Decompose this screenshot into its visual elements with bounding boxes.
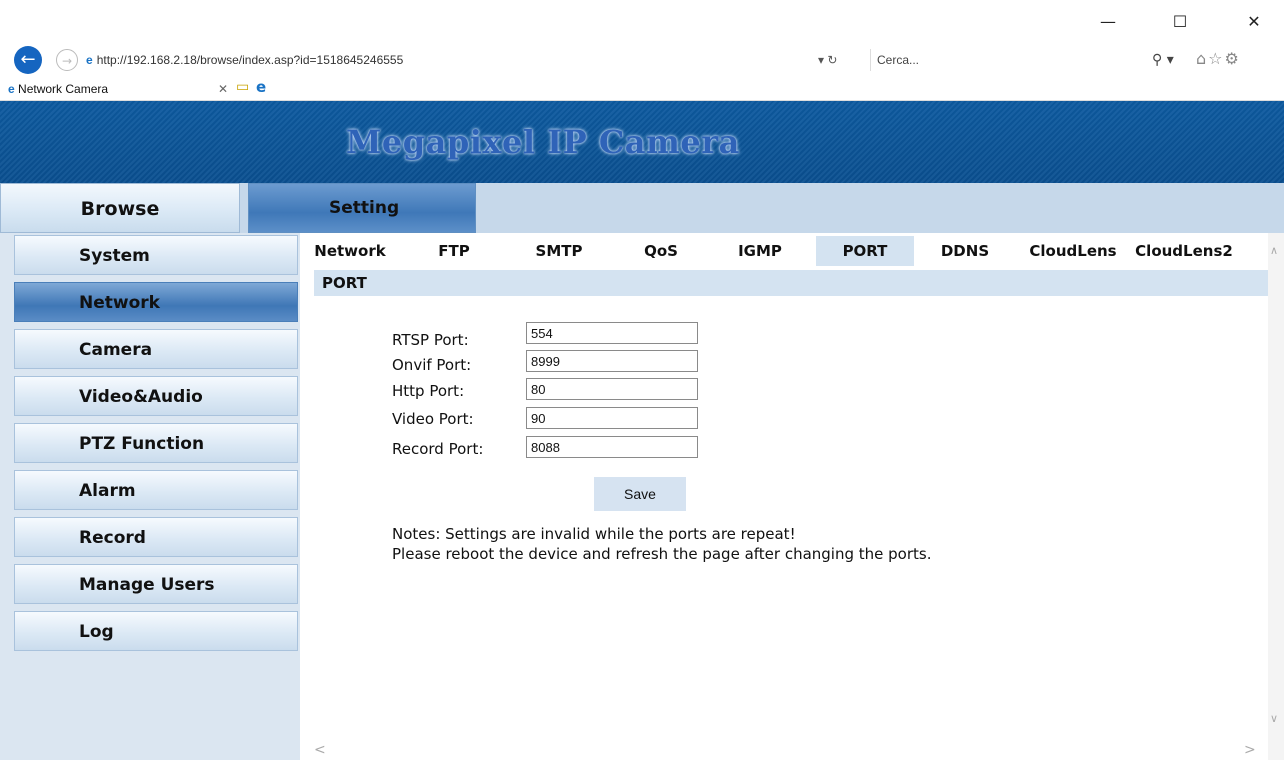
browser-tab[interactable]: e Network Camera ✕ bbox=[8, 78, 228, 100]
sidebar-item-network[interactable]: Network bbox=[14, 282, 298, 322]
scroll-up-icon[interactable]: ∧ bbox=[1270, 244, 1278, 257]
close-window-button[interactable]: ✕ bbox=[1236, 10, 1272, 34]
toolbar-icons[interactable]: ⌂☆⚙ bbox=[1196, 47, 1241, 71]
tab-ftp[interactable]: FTP bbox=[424, 236, 484, 266]
onvif-port-input[interactable] bbox=[526, 350, 698, 372]
video-port-input[interactable] bbox=[526, 407, 698, 429]
sidebar-item-log[interactable]: Log bbox=[14, 611, 298, 651]
scroll-right-icon[interactable]: > bbox=[1244, 742, 1256, 758]
onvif-port-label: Onvif Port: bbox=[392, 356, 472, 374]
tab-qos[interactable]: QoS bbox=[632, 236, 690, 266]
url-text: http://192.168.2.18/browse/index.asp?id=… bbox=[96, 53, 404, 67]
close-tab-icon[interactable]: ✕ bbox=[218, 78, 228, 100]
tab-title: Network Camera bbox=[18, 82, 109, 96]
tab-port[interactable]: PORT bbox=[816, 236, 914, 266]
scroll-down-icon[interactable]: ∨ bbox=[1270, 712, 1278, 725]
tab-network[interactable]: Network bbox=[306, 236, 394, 266]
record-port-label: Record Port: bbox=[392, 440, 484, 458]
record-port-input[interactable] bbox=[526, 436, 698, 458]
address-actions[interactable]: ▾ ↻ bbox=[818, 49, 837, 71]
minimize-button[interactable]: — bbox=[1090, 10, 1126, 34]
http-port-label: Http Port: bbox=[392, 382, 465, 400]
search-input[interactable]: Cerca... bbox=[870, 49, 1147, 71]
tab-cloudlens[interactable]: CloudLens bbox=[1018, 236, 1128, 266]
ie-logo-icon[interactable]: e bbox=[256, 78, 266, 96]
section-title: PORT bbox=[314, 270, 1268, 296]
new-tab-icon[interactable]: ▭ bbox=[236, 79, 249, 95]
sidebar-item-manage-users[interactable]: Manage Users bbox=[14, 564, 298, 604]
rtsp-port-label: RTSP Port: bbox=[392, 331, 469, 349]
sidebar-item-alarm[interactable]: Alarm bbox=[14, 470, 298, 510]
vertical-scrollbar[interactable] bbox=[1268, 233, 1284, 760]
content-area bbox=[300, 233, 1284, 760]
notes-line-2: Please reboot the device and refresh the… bbox=[392, 545, 932, 563]
ie-tab-icon: e bbox=[8, 82, 15, 96]
sidebar: System Network Camera Video&Audio PTZ Fu… bbox=[0, 233, 300, 760]
ie-page-icon: e bbox=[86, 53, 93, 67]
sidebar-item-camera[interactable]: Camera bbox=[14, 329, 298, 369]
tab-cloudlens2[interactable]: CloudLens2 bbox=[1130, 236, 1238, 266]
maximize-button[interactable]: ☐ bbox=[1162, 10, 1198, 34]
tab-ddns[interactable]: DDNS bbox=[928, 236, 1002, 266]
address-bar[interactable]: e http://192.168.2.18/browse/index.asp?id… bbox=[86, 49, 866, 71]
setting-tab[interactable]: Setting bbox=[248, 183, 476, 233]
tab-smtp[interactable]: SMTP bbox=[524, 236, 594, 266]
browse-tab[interactable]: Browse bbox=[0, 183, 240, 233]
tab-igmp[interactable]: IGMP bbox=[720, 236, 800, 266]
sidebar-item-record[interactable]: Record bbox=[14, 517, 298, 557]
video-port-label: Video Port: bbox=[392, 410, 474, 428]
search-icon[interactable]: ⚲ ▾ bbox=[1152, 49, 1174, 71]
sidebar-item-system[interactable]: System bbox=[14, 235, 298, 275]
sidebar-item-ptz-function[interactable]: PTZ Function bbox=[14, 423, 298, 463]
sidebar-item-video-audio[interactable]: Video&Audio bbox=[14, 376, 298, 416]
rtsp-port-input[interactable] bbox=[526, 322, 698, 344]
http-port-input[interactable] bbox=[526, 378, 698, 400]
save-button[interactable]: Save bbox=[594, 477, 686, 511]
banner-title: Megapixel IP Camera bbox=[346, 123, 740, 161]
scroll-left-icon[interactable]: < bbox=[314, 742, 326, 758]
notes-line-1: Notes: Settings are invalid while the po… bbox=[392, 525, 796, 543]
forward-button[interactable]: → bbox=[56, 49, 78, 71]
back-button[interactable]: ← bbox=[14, 46, 42, 74]
